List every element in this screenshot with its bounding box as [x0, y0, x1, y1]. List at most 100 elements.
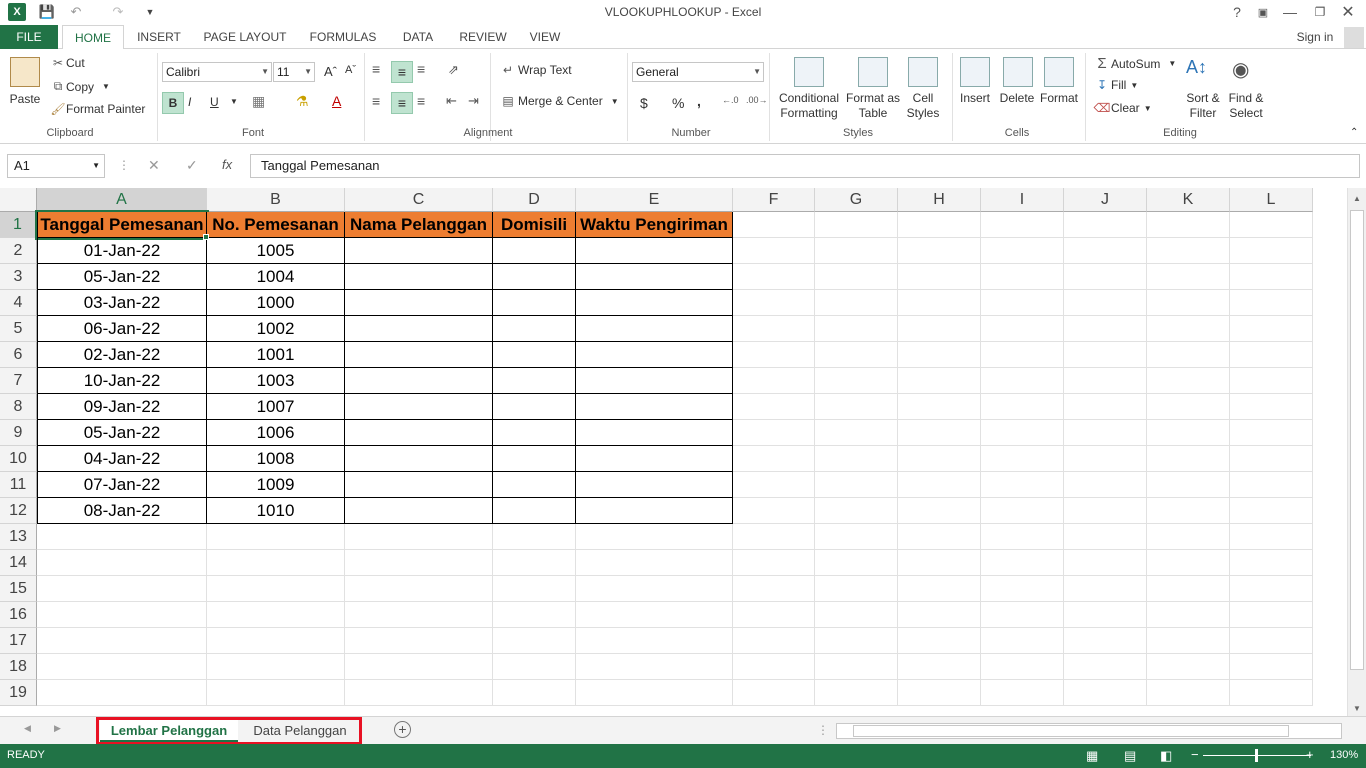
table-cell[interactable]: 08-Jan-22	[37, 498, 207, 524]
format-cells-button[interactable]: Format	[1038, 91, 1080, 106]
table-cell[interactable]: 1007	[207, 394, 345, 420]
grid-cell[interactable]	[815, 550, 898, 576]
zoom-slider-thumb[interactable]	[1255, 749, 1258, 762]
grid-cell[interactable]	[898, 524, 981, 550]
find-select-button[interactable]: Find & Select	[1224, 91, 1268, 121]
row-header[interactable]: 8	[0, 394, 37, 420]
grid-cell[interactable]	[493, 524, 576, 550]
grid-cell[interactable]	[733, 498, 815, 524]
normal-view-icon[interactable]: ▦	[1086, 748, 1098, 764]
grid-cell[interactable]	[576, 654, 733, 680]
grid-cell[interactable]	[1064, 680, 1147, 706]
grid-cell[interactable]	[345, 524, 493, 550]
scroll-down-icon[interactable]: ▼	[1353, 704, 1361, 713]
wrap-text-button[interactable]: ↵ Wrap Text	[498, 63, 572, 77]
grid-cell[interactable]	[898, 576, 981, 602]
table-cell-empty[interactable]	[576, 446, 733, 472]
fill-color-icon[interactable]: ⚗	[296, 93, 309, 110]
grid-cell[interactable]	[898, 472, 981, 498]
grid-cell[interactable]	[815, 264, 898, 290]
sort-filter-icon[interactable]: A↕	[1186, 57, 1207, 78]
table-cell-empty[interactable]	[493, 446, 576, 472]
align-top-icon[interactable]: ≡	[372, 61, 380, 77]
increase-decimal-icon[interactable]: ←.0	[722, 95, 739, 105]
grid-cell[interactable]	[898, 446, 981, 472]
table-cell-empty[interactable]	[576, 238, 733, 264]
row-header[interactable]: 12	[0, 498, 37, 524]
ribbon-display-icon[interactable]: ▣	[1250, 2, 1276, 22]
grid-cell[interactable]	[898, 498, 981, 524]
grid-cell[interactable]	[1064, 472, 1147, 498]
font-size-select[interactable]: 11 ▼	[273, 62, 315, 82]
grid-cell[interactable]	[733, 420, 815, 446]
grid-cell[interactable]	[207, 576, 345, 602]
table-cell-empty[interactable]	[345, 264, 493, 290]
grid-cell[interactable]	[815, 316, 898, 342]
grid-cell[interactable]	[1147, 368, 1230, 394]
fill-button[interactable]: ↧ Fill ▼	[1093, 78, 1138, 92]
table-cell[interactable]: 1008	[207, 446, 345, 472]
column-header[interactable]: E	[576, 188, 733, 212]
grid-cell[interactable]	[576, 550, 733, 576]
merge-center-button[interactable]: ▤ Merge & Center ▼	[498, 94, 618, 108]
grid-cell[interactable]	[1064, 524, 1147, 550]
grid-cell[interactable]	[981, 394, 1064, 420]
zoom-level[interactable]: 130%	[1330, 749, 1358, 761]
page-break-view-icon[interactable]: ◧	[1160, 748, 1172, 764]
table-cell-empty[interactable]	[345, 420, 493, 446]
grid-cell[interactable]	[37, 602, 207, 628]
grid-cell[interactable]	[493, 680, 576, 706]
grid-cell[interactable]	[576, 576, 733, 602]
grid-cell[interactable]	[733, 290, 815, 316]
row-header[interactable]: 1	[0, 212, 37, 238]
orientation-icon[interactable]: ⇗	[448, 62, 459, 78]
row-header[interactable]: 10	[0, 446, 37, 472]
percent-button[interactable]: %	[672, 95, 684, 111]
row-header[interactable]: 2	[0, 238, 37, 264]
grid-cell[interactable]	[1230, 628, 1313, 654]
grid-cell[interactable]	[898, 368, 981, 394]
row-header[interactable]: 15	[0, 576, 37, 602]
tab-view[interactable]: VIEW	[522, 25, 568, 49]
table-cell[interactable]: 1001	[207, 342, 345, 368]
avatar[interactable]	[1344, 27, 1364, 48]
grid-cell[interactable]	[1230, 550, 1313, 576]
column-header[interactable]: K	[1147, 188, 1230, 212]
number-format-select[interactable]: General ▼	[632, 62, 764, 82]
insert-cells-icon[interactable]	[960, 57, 990, 87]
grid-cell[interactable]	[981, 550, 1064, 576]
tab-data[interactable]: DATA	[392, 25, 444, 49]
grid-cell[interactable]	[1147, 420, 1230, 446]
paste-icon[interactable]	[10, 57, 40, 87]
font-name-select[interactable]: Calibri ▼	[162, 62, 272, 82]
table-cell-empty[interactable]	[345, 368, 493, 394]
grid-cell[interactable]	[898, 680, 981, 706]
tab-page-layout[interactable]: PAGE LAYOUT	[196, 25, 294, 49]
grid-cell[interactable]	[733, 472, 815, 498]
font-color-icon[interactable]: A	[332, 93, 341, 109]
table-header-cell[interactable]: Waktu Pengiriman	[576, 212, 733, 238]
name-box[interactable]: A1 ▼	[7, 154, 105, 178]
close-icon[interactable]: ✕	[1335, 2, 1361, 22]
grid-cell[interactable]	[898, 342, 981, 368]
decrease-indent-icon[interactable]: ⇤	[446, 93, 457, 109]
grid-cell[interactable]	[733, 524, 815, 550]
insert-cells-button[interactable]: Insert	[955, 91, 995, 106]
column-header[interactable]: D	[493, 188, 576, 212]
next-sheet-icon[interactable]: ▶	[54, 723, 61, 734]
grid-cell[interactable]	[1147, 238, 1230, 264]
scroll-up-icon[interactable]: ▲	[1353, 194, 1361, 203]
grid-cell[interactable]	[733, 680, 815, 706]
restore-icon[interactable]: ❐	[1307, 2, 1333, 22]
grid-cell[interactable]	[981, 212, 1064, 238]
tab-file[interactable]: FILE	[0, 25, 58, 49]
table-header-cell[interactable]: Nama Pelanggan	[345, 212, 493, 238]
grid-cell[interactable]	[345, 654, 493, 680]
table-cell-empty[interactable]	[493, 264, 576, 290]
grid-cell[interactable]	[815, 238, 898, 264]
decrease-decimal-icon[interactable]: .00→	[746, 95, 768, 105]
row-header[interactable]: 7	[0, 368, 37, 394]
column-header[interactable]: B	[207, 188, 345, 212]
scroll-thumb[interactable]	[1350, 210, 1364, 670]
row-header[interactable]: 5	[0, 316, 37, 342]
